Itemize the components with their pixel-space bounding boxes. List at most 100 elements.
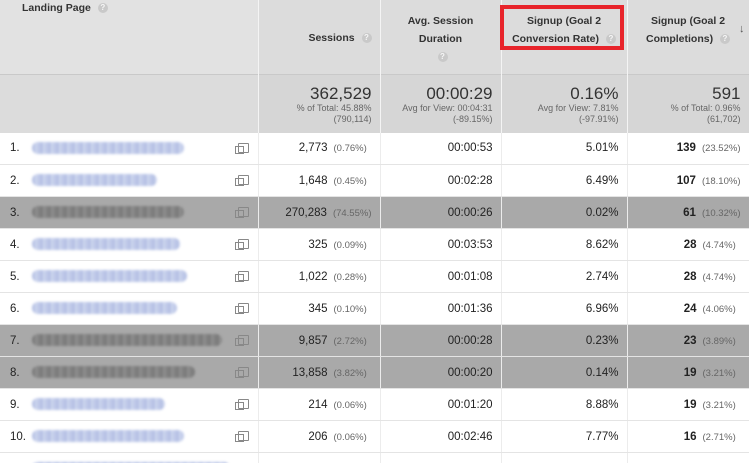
summary-conversion-rate: 0.16% Avg for View: 7.81% (-97.91%) (501, 74, 628, 133)
landing-page-cell[interactable]: 3. (0, 196, 259, 229)
sessions-percent: (74.55%) (332, 207, 372, 219)
landing-page-cell[interactable]: 2. (0, 164, 259, 197)
summary-avg-duration-delta: (-89.15%) (452, 114, 493, 124)
help-icon[interactable]: ? (97, 3, 108, 14)
help-icon[interactable]: ? (437, 52, 448, 63)
row-index: 7. (10, 334, 20, 347)
help-icon[interactable]: ? (361, 33, 372, 44)
summary-completions-value: 591 (712, 84, 741, 103)
landing-page-link-blurred[interactable] (32, 174, 157, 187)
external-link-icon[interactable] (234, 335, 249, 346)
sort-descending-icon[interactable]: ↓ (739, 20, 745, 38)
conversion-rate-value: 6.96% (585, 302, 619, 315)
column-header-avg-session-duration[interactable]: Avg. Session Duration ? (380, 0, 502, 75)
summary-conversion-rate-delta: (-97.91%) (578, 114, 619, 124)
landing-page-cell[interactable]: 7. (0, 324, 259, 357)
avg-duration-value: 00:01:36 (447, 302, 493, 315)
row-index: 5. (10, 270, 20, 283)
conversion-rate-value: 2.74% (585, 270, 619, 283)
completions-value: 139 (676, 142, 696, 155)
table-row[interactable]: 11.110(0.03%)00:01:3512.73%14(2.37%) (0, 452, 749, 463)
landing-page-cell[interactable]: 9. (0, 388, 259, 421)
completions-cell: 19 (3.21%) (627, 388, 749, 421)
help-icon[interactable]: ? (605, 34, 616, 45)
avg-duration-cell: 00:02:28 (380, 164, 502, 197)
completions-value: 16 (683, 430, 697, 443)
landing-page-cell[interactable]: 6. (0, 292, 259, 325)
avg-duration-cell: 00:01:36 (380, 292, 502, 325)
table-row[interactable]: 6. 345 (0.10%) 00:01:36 6.96% 24 (4.06%) (0, 292, 749, 325)
completions-percent: (2.71%) (702, 431, 736, 443)
landing-page-cell[interactable]: 4. (0, 228, 259, 261)
avg-duration-value: 00:02:46 (447, 430, 493, 443)
table-row[interactable]: 10. 206 (0.06%) 00:02:46 7.77% 16 (2.71%) (0, 420, 749, 453)
column-header-landing-page[interactable]: Landing Page ? (0, 0, 259, 75)
sessions-percent: (0.06%) (333, 431, 367, 443)
landing-page-table: Landing Page ? Sessions ? Avg. Session D… (0, 0, 749, 463)
summary-avg-duration: 00:00:29 Avg for View: 00:04:31 (-89.15%… (380, 74, 502, 133)
row-index: 8. (10, 366, 20, 379)
table-row[interactable]: 2. 1,648 (0.45%) 00:02:28 6.49% 107 (18.10%) (0, 164, 749, 197)
external-link-icon[interactable] (234, 303, 249, 314)
completions-cell: 16 (2.71%) (627, 420, 749, 453)
sessions-percent: (0.28%) (333, 271, 367, 283)
completions-cell: 28 (4.74%) (627, 228, 749, 261)
external-link-icon[interactable] (234, 239, 249, 250)
landing-page-link-blurred[interactable] (32, 142, 184, 155)
summary-conversion-rate-view: Avg for View: 7.81% (537, 103, 619, 113)
row-index: 1. (10, 142, 20, 155)
column-header-sessions[interactable]: Sessions ? (258, 0, 381, 75)
external-link-icon[interactable] (234, 207, 249, 218)
conversion-rate-cell: 12.73% (501, 452, 628, 463)
table-row[interactable]: 3. 270,283 (74.55%) 00:00:26 0.02% 61 (10.32%) (0, 196, 749, 229)
completions-cell: 23 (3.89%) (627, 324, 749, 357)
landing-page-cell[interactable]: 5. (0, 260, 259, 293)
column-header-conversion-rate[interactable]: Signup (Goal 2 Conversion Rate) ? (501, 0, 628, 75)
completions-value: 23 (683, 334, 697, 347)
sessions-percent: (0.45%) (333, 175, 367, 187)
completions-percent: (3.21%) (702, 367, 736, 379)
column-header-completions[interactable]: Signup (Goal 2 Completions) ? ↓ (627, 0, 749, 75)
external-link-icon[interactable] (234, 175, 249, 186)
analytics-report: Landing Page ? Sessions ? Avg. Session D… (0, 0, 749, 463)
external-link-icon[interactable] (234, 271, 249, 282)
landing-page-link-blurred[interactable] (32, 398, 165, 411)
landing-page-link-blurred[interactable] (32, 302, 177, 315)
table-row[interactable]: 8. 13,858 (3.82%) 00:00:20 0.14% 19 (3.21%) (0, 356, 749, 389)
row-index: 3. (10, 206, 20, 219)
landing-page-link-blurred[interactable] (32, 366, 195, 379)
row-index: 9. (10, 398, 20, 411)
table-row[interactable]: 4. 325 (0.09%) 00:03:53 8.62% 28 (4.74%) (0, 228, 749, 261)
help-icon[interactable]: ? (720, 34, 730, 45)
avg-duration-value: 00:00:20 (447, 366, 493, 379)
completions-percent: (3.21%) (702, 399, 736, 411)
table-row[interactable]: 9. 214 (0.06%) 00:01:20 8.88% 19 (3.21%) (0, 388, 749, 421)
conversion-rate-value: 7.77% (585, 430, 619, 443)
landing-page-cell[interactable]: 10. (0, 420, 259, 453)
summary-sessions-total: % of Total: 45.88% (296, 103, 372, 113)
table-row[interactable]: 5. 1,022 (0.28%) 00:01:08 2.74% 28 (4.74%) (0, 260, 749, 293)
landing-page-cell[interactable]: 1. (0, 132, 259, 165)
landing-page-cell[interactable]: 11. (0, 452, 259, 463)
external-link-icon[interactable] (234, 399, 249, 410)
header-row: Landing Page ? Sessions ? Avg. Session D… (0, 0, 749, 75)
landing-page-link-blurred[interactable] (32, 334, 222, 347)
sessions-cell: 13,858 (3.82%) (258, 356, 381, 389)
landing-page-link-blurred[interactable] (32, 238, 180, 251)
external-link-icon[interactable] (234, 367, 249, 378)
landing-page-link-blurred[interactable] (32, 270, 187, 283)
summary-sessions-total-count: (790,114) (333, 114, 372, 124)
landing-page-link-blurred[interactable] (32, 430, 184, 443)
avg-duration-cell: 00:01:08 (380, 260, 502, 293)
table-row[interactable]: 7. 9,857 (2.72%) 00:00:28 0.23% 23 (3.89%) (0, 324, 749, 357)
summary-completions-total: % of Total: 0.96% (670, 103, 741, 113)
avg-duration-cell: 00:00:28 (380, 324, 502, 357)
conversion-rate-cell: 8.88% (501, 388, 628, 421)
table-row[interactable]: 1. 2,773 (0.76%) 00:00:53 5.01% 139 (23.52%) (0, 132, 749, 165)
external-link-icon[interactable] (234, 142, 249, 154)
landing-page-link-blurred[interactable] (32, 206, 184, 219)
landing-page-cell[interactable]: 8. (0, 356, 259, 389)
external-link-icon[interactable] (234, 431, 249, 442)
column-label-conversion-rate-line2: Conversion Rate) (512, 33, 599, 45)
conversion-rate-value: 5.01% (585, 142, 619, 155)
